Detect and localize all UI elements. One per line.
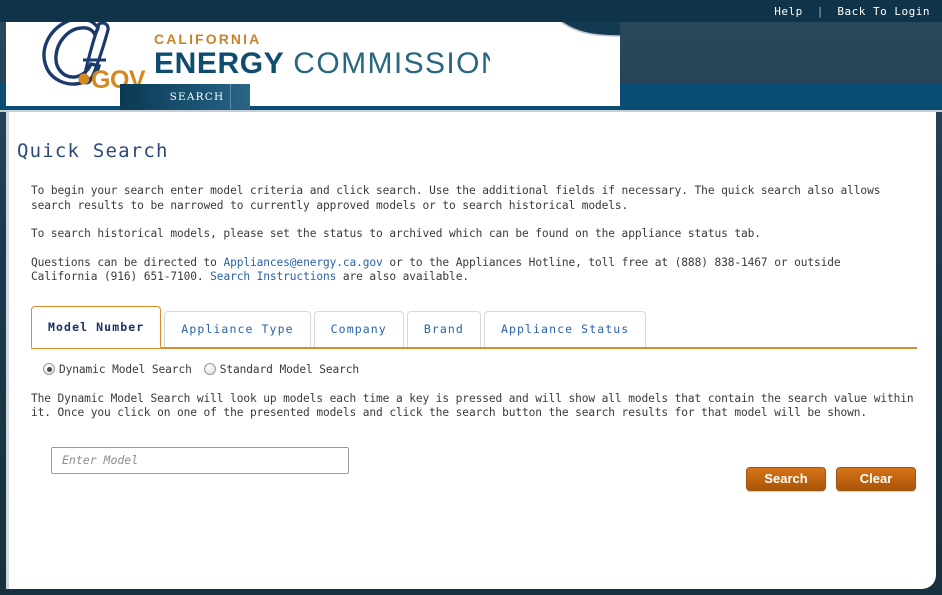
clear-button[interactable]: Clear [836,466,916,491]
page-title: Quick Search [17,140,169,162]
wordmark-energy: ENERGY [154,47,285,80]
model-search-input[interactable] [51,446,349,474]
tab-brand[interactable]: Brand [406,310,481,347]
search-button[interactable]: Search [746,466,826,491]
intro-paragraph-1: To begin your search enter model criteri… [31,184,881,212]
search-tabs: Model Number Appliance Type Company Bran… [31,305,917,348]
wordmark-main: ENERGY COMMISSION [154,48,504,80]
radio-standard-indicator[interactable] [203,363,216,375]
utility-separator: | [816,4,824,18]
tab-appliance-type-label: Appliance Type [181,322,294,336]
back-to-login-link[interactable]: Back To Login [837,5,930,18]
radio-dynamic-label: Dynamic Model Search [59,362,192,376]
content-panel: Quick Search To begin your search enter … [6,112,936,589]
tab-model-number[interactable]: Model Number [31,305,162,348]
dynamic-search-description: The Dynamic Model Search will look up mo… [31,392,917,421]
wordmark-california: CALIFORNIA [154,31,262,47]
radio-dynamic-model-search[interactable]: Dynamic Model Search [43,363,192,376]
radio-dynamic-indicator[interactable] [43,363,55,375]
search-instructions-link[interactable]: Search Instructions [210,270,336,283]
tab-appliance-status-label: Appliance Status [500,322,630,336]
intro-text: To begin your search enter model criteri… [31,184,909,285]
radio-standard-label: Standard Model Search [219,362,360,376]
appliances-email-link[interactable]: Appliances@energy.ca.gov [223,256,382,269]
search-mode-radio-group: Dynamic Model Search Standard Model Sear… [43,363,936,376]
nav-tab-search-label: SEARCH [169,91,225,103]
wordmark-commission: COMMISSION [293,47,504,80]
radio-standard-model-search[interactable]: Standard Model Search [203,362,360,376]
page-root: Help | Back To Login GOV CALIFORNIA ENER… [0,0,942,595]
tabs-underline [31,346,917,349]
tab-model-number-label: Model Number [48,319,145,334]
ca-gov-logo[interactable]: GOV [36,16,156,94]
tab-company-label: Company [330,322,387,336]
intro-paragraph-3: Questions can be directed to Appliances@… [31,256,909,285]
help-link[interactable]: Help [774,5,803,18]
tab-appliance-status[interactable]: Appliance Status [483,310,647,347]
navbar-divider [0,110,942,112]
tab-appliance-type[interactable]: Appliance Type [164,310,311,347]
nav-tab-search[interactable]: SEARCH [164,84,231,110]
dynamic-search-description-text: The Dynamic Model Search will look up mo… [31,391,914,420]
search-tabs-container: Model Number Appliance Type Company Bran… [31,305,917,349]
wordmark: CALIFORNIA ENERGY COMMISSION [154,32,504,80]
intro-p3-after: are also available. [336,270,469,283]
tab-company[interactable]: Company [313,310,404,347]
search-form-row: Search Clear [9,446,936,507]
tab-brand-label: Brand [423,322,464,336]
intro-p3-before: Questions can be directed to [31,255,224,269]
utility-bar: Help | Back To Login [0,0,942,22]
intro-paragraph-2: To search historical models, please set … [31,227,761,240]
